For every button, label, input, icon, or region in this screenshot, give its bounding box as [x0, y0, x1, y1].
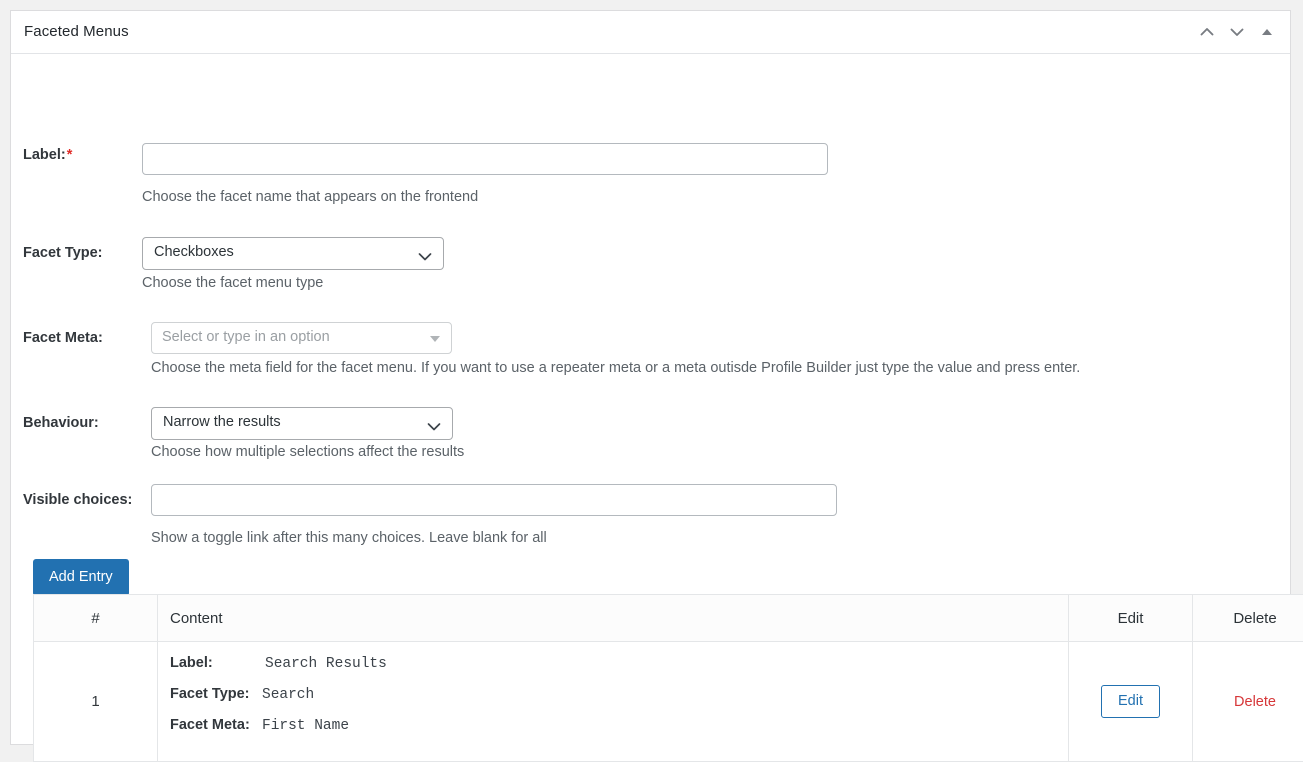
row-field-label-key: Label:: [170, 655, 262, 671]
move-up-icon[interactable]: [1192, 17, 1222, 47]
label-field-help: Choose the facet name that appears on th…: [142, 189, 478, 205]
label-field-label-text: Label:: [23, 147, 66, 163]
add-entry-button[interactable]: Add Entry: [33, 559, 129, 596]
row-field-label: Label: Search Results: [170, 655, 1068, 686]
row-content: Label: Search Results Facet Type: Search…: [158, 642, 1069, 762]
facet-meta-placeholder: Select or type in an option: [162, 329, 330, 345]
label-field-label: Label:*: [23, 147, 143, 163]
faceted-menus-panel: Faceted Menus Label:*: [10, 10, 1291, 745]
required-asterisk: *: [67, 147, 73, 163]
row-field-facet-type-value: Search: [262, 687, 314, 703]
label-field-wrapper: [142, 143, 828, 175]
row-edit-cell: Edit: [1069, 642, 1193, 762]
behaviour-selected-value: Narrow the results: [163, 414, 281, 430]
table-header-row: # Content Edit Delete: [34, 595, 1303, 642]
column-header-delete: Delete: [1193, 595, 1303, 642]
column-header-edit: Edit: [1069, 595, 1193, 642]
column-header-num: #: [34, 595, 158, 642]
facet-meta-select[interactable]: Select or type in an option: [151, 322, 452, 354]
row-delete-cell: Delete: [1193, 642, 1303, 762]
visible-choices-label: Visible choices:: [23, 492, 153, 508]
facet-meta-help: Choose the meta field for the facet menu…: [151, 360, 1080, 376]
facet-meta-label: Facet Meta:: [23, 330, 143, 346]
visible-choices-input[interactable]: [151, 484, 837, 516]
panel-header-controls: [1192, 11, 1282, 53]
facet-type-select[interactable]: Checkboxes: [142, 237, 444, 270]
facet-type-selected-value: Checkboxes: [154, 244, 234, 260]
row-index: 1: [34, 642, 158, 762]
column-header-content: Content: [158, 595, 1069, 642]
collapse-icon[interactable]: [1252, 17, 1282, 47]
facet-form: Label:* Choose the facet name that appea…: [11, 54, 1290, 68]
row-field-label-value: Search Results: [262, 656, 387, 672]
facet-type-select-wrapper: Checkboxes: [142, 237, 444, 270]
table-row: 1 Label: Search Results Facet Type: Sear…: [34, 642, 1303, 762]
behaviour-label: Behaviour:: [23, 415, 143, 431]
behaviour-select-wrapper: Narrow the results: [151, 407, 453, 440]
row-field-facet-meta-key: Facet Meta:: [170, 717, 262, 733]
edit-button[interactable]: Edit: [1101, 685, 1160, 718]
visible-choices-wrapper: [151, 484, 837, 516]
move-down-icon[interactable]: [1222, 17, 1252, 47]
page-title: Faceted Menus: [24, 23, 129, 40]
entries-table: # Content Edit Delete 1 Label: Search Re…: [33, 594, 1303, 762]
facet-type-help: Choose the facet menu type: [142, 275, 323, 291]
entries-table-body: 1 Label: Search Results Facet Type: Sear…: [34, 642, 1303, 762]
chevron-down-icon: [427, 419, 441, 437]
facet-meta-select-wrapper: Select or type in an option: [151, 322, 452, 354]
delete-link[interactable]: Delete: [1234, 694, 1276, 710]
row-field-facet-meta: Facet Meta: First Name: [170, 717, 1068, 748]
panel-header: Faceted Menus: [11, 11, 1290, 54]
facet-type-label: Facet Type:: [23, 245, 143, 261]
row-field-facet-type-key: Facet Type:: [170, 686, 262, 702]
behaviour-select[interactable]: Narrow the results: [151, 407, 453, 440]
visible-choices-help: Show a toggle link after this many choic…: [151, 530, 547, 546]
row-field-facet-type: Facet Type: Search: [170, 686, 1068, 717]
caret-down-icon: [430, 336, 440, 342]
label-input[interactable]: [142, 143, 828, 175]
entries-table-head: # Content Edit Delete: [34, 595, 1303, 642]
chevron-down-icon: [418, 249, 432, 267]
row-field-facet-meta-value: First Name: [262, 718, 349, 734]
behaviour-help: Choose how multiple selections affect th…: [151, 444, 464, 460]
